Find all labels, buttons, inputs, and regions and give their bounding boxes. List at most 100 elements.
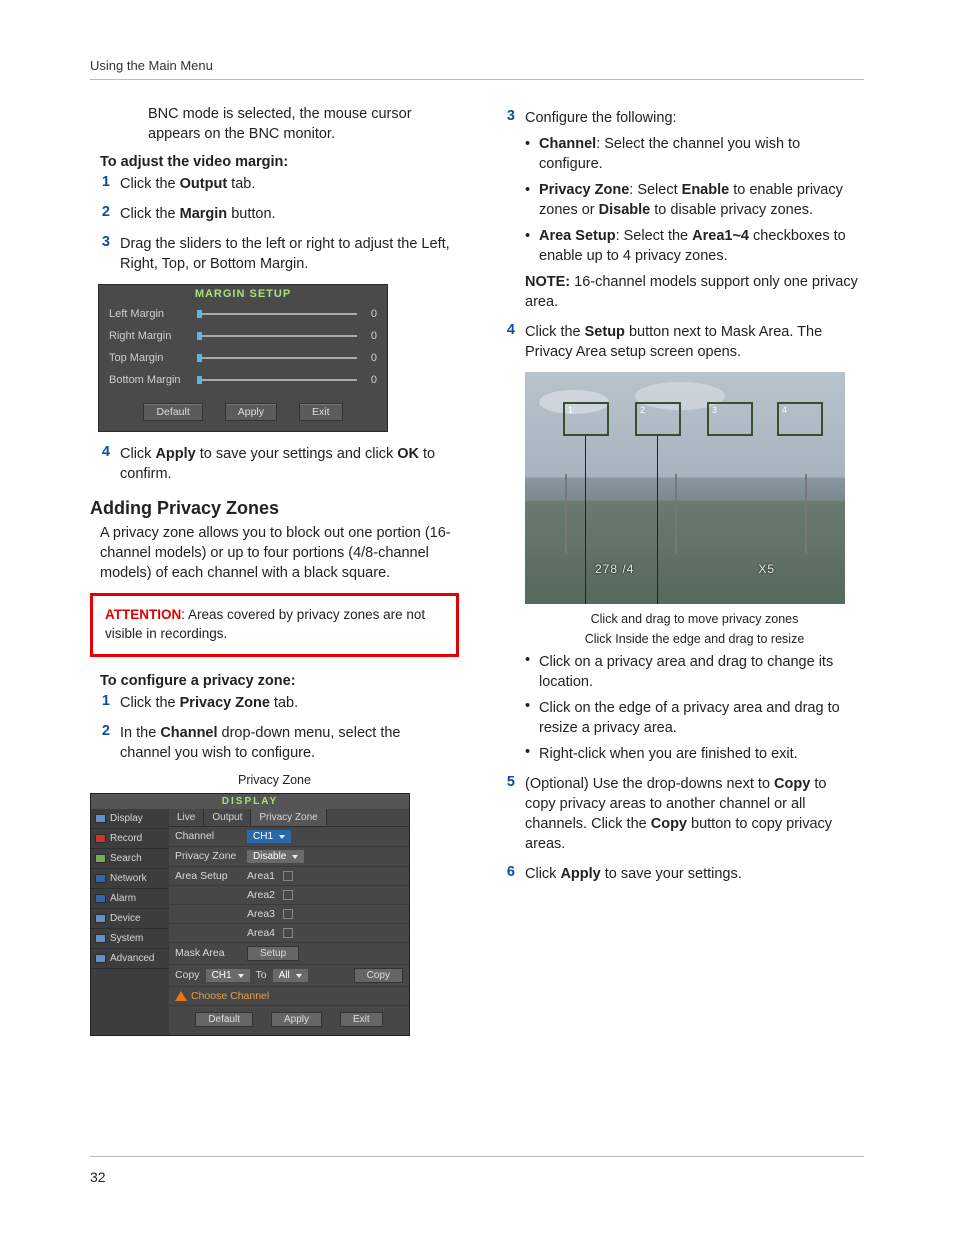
step-text: Click the Margin button. [120,204,459,224]
photo-caption-1: Click and drag to move privacy zones [525,612,864,626]
bullet-body: Click on the edge of a privacy area and … [539,698,864,738]
sidebar-item-record[interactable]: Record [91,829,169,849]
disp-exit-button[interactable]: Exit [340,1012,383,1027]
conf-step-1: 1 Click the Privacy Zone tab. [90,693,459,713]
step-number: 2 [90,723,110,763]
t: Output [180,176,228,192]
step-text: Click Apply to save your settings and cl… [120,444,459,484]
disp-apply-button[interactable]: Apply [271,1012,322,1027]
disp-main: Live Output Privacy Zone ChannelCH1 Priv… [169,809,409,1035]
bullet: • [525,180,539,220]
t: Channel [160,725,217,741]
bullet: • [525,744,539,764]
right-column: 3 Configure the following: •Channel: Sel… [495,104,864,1046]
attention-callout: ATTENTION: Areas covered by privacy zone… [90,593,459,657]
area3-label: Area3 [247,908,275,920]
privacy-box-4[interactable]: 4 [777,402,823,436]
sidebar-item-advanced[interactable]: Advanced [91,949,169,969]
ms-apply-button[interactable]: Apply [225,403,277,421]
sidebar-item-system[interactable]: System [91,929,169,949]
step-text: Click the Setup button next to Mask Area… [525,322,864,362]
header-rule [90,79,864,80]
disp-title: DISPLAY [91,794,409,809]
sidebar-item-device[interactable]: Device [91,909,169,929]
t: Apply [155,446,195,462]
privacy-zone-dropdown[interactable]: Disable [247,850,304,863]
t: Disable [599,202,651,218]
adjust-margin-heading: To adjust the video margin: [100,154,459,170]
left-column: BNC mode is selected, the mouse cursor a… [90,104,459,1046]
sidebar-item-alarm[interactable]: Alarm [91,889,169,909]
step-text: Click the Privacy Zone tab. [120,693,459,713]
lbl: Device [110,913,141,924]
ms-slider[interactable] [197,357,357,359]
area1-label: Area1 [247,870,275,882]
copy-from-dropdown[interactable]: CH1 [206,969,250,982]
area2-checkbox[interactable] [283,890,293,900]
step-number: 2 [90,204,110,224]
t: button. [227,206,275,222]
bullet: • [525,652,539,692]
lbl: Display [110,813,143,824]
chevron-down-icon [296,974,302,978]
copy-button[interactable]: Copy [354,968,403,983]
margin-setup-screenshot: MARGIN SETUP Left Margin 0 Right Margin … [98,284,388,432]
ms-slider[interactable] [197,313,357,315]
t: Margin [180,206,228,222]
step-text: Configure the following: •Channel: Selec… [525,108,864,312]
ms-slider[interactable] [197,379,357,381]
ms-exit-button[interactable]: Exit [299,403,343,421]
sidebar-item-display[interactable]: Display [91,809,169,829]
t: Click the [120,176,180,192]
display-panel-screenshot: DISPLAY Display Record Search Network Al… [90,793,410,1036]
tab-live[interactable]: Live [169,809,204,826]
n: 2 [640,405,645,415]
area1-checkbox[interactable] [283,871,293,881]
note-text: 16-channel models support only one priva… [525,274,858,310]
step-text: Drag the sliders to the left or right to… [120,234,459,274]
choose-channel-text: Choose Channel [191,990,269,1002]
privacy-box-1[interactable]: 1 [563,402,609,436]
ms-val: 0 [363,330,377,342]
channel-dropdown[interactable]: CH1 [247,830,291,843]
privacy-zones-heading: Adding Privacy Zones [90,498,459,519]
v: Disable [253,851,286,862]
t: Privacy Zone [180,695,270,711]
lbl: Mask Area [169,947,247,959]
configure-pz-heading: To configure a privacy zone: [100,673,459,689]
ms-row-left: Left Margin 0 [99,303,387,325]
privacy-box-2[interactable]: 2 [635,402,681,436]
chevron-down-icon [238,974,244,978]
tab-output[interactable]: Output [204,809,251,826]
ms-row-right: Right Margin 0 [99,325,387,347]
t: Click the [525,324,585,340]
ms-label: Bottom Margin [109,374,197,386]
ms-val: 0 [363,374,377,386]
ms-slider[interactable] [197,335,357,337]
photo-caption-2: Click Inside the edge and drag to resize [525,632,864,646]
ms-val: 0 [363,308,377,320]
area4-checkbox[interactable] [283,928,293,938]
copy-to-dropdown[interactable]: All [273,969,308,982]
footer-rule [90,1156,864,1157]
chevron-down-icon [279,835,285,839]
lbl: Search [110,853,142,864]
t: Area1~4 [692,228,749,244]
tab-privacy-zone[interactable]: Privacy Zone [251,809,326,826]
step-number: 4 [495,322,515,362]
disp-default-button[interactable]: Default [195,1012,253,1027]
ms-val: 0 [363,352,377,364]
t: Click [120,446,155,462]
sidebar-item-network[interactable]: Network [91,869,169,889]
bullet-body: Click on a privacy area and drag to chan… [539,652,864,692]
setup-button[interactable]: Setup [247,946,299,961]
t: Click the [120,206,180,222]
ms-default-button[interactable]: Default [143,403,202,421]
sidebar-item-search[interactable]: Search [91,849,169,869]
note: NOTE: 16-channel models support only one… [525,272,860,312]
adjust-step-3: 3 Drag the sliders to the left or right … [90,234,459,274]
privacy-box-3[interactable]: 3 [707,402,753,436]
area3-checkbox[interactable] [283,909,293,919]
conf-step-5: 5 (Optional) Use the drop-downs next to … [495,774,864,854]
step-number: 5 [495,774,515,854]
